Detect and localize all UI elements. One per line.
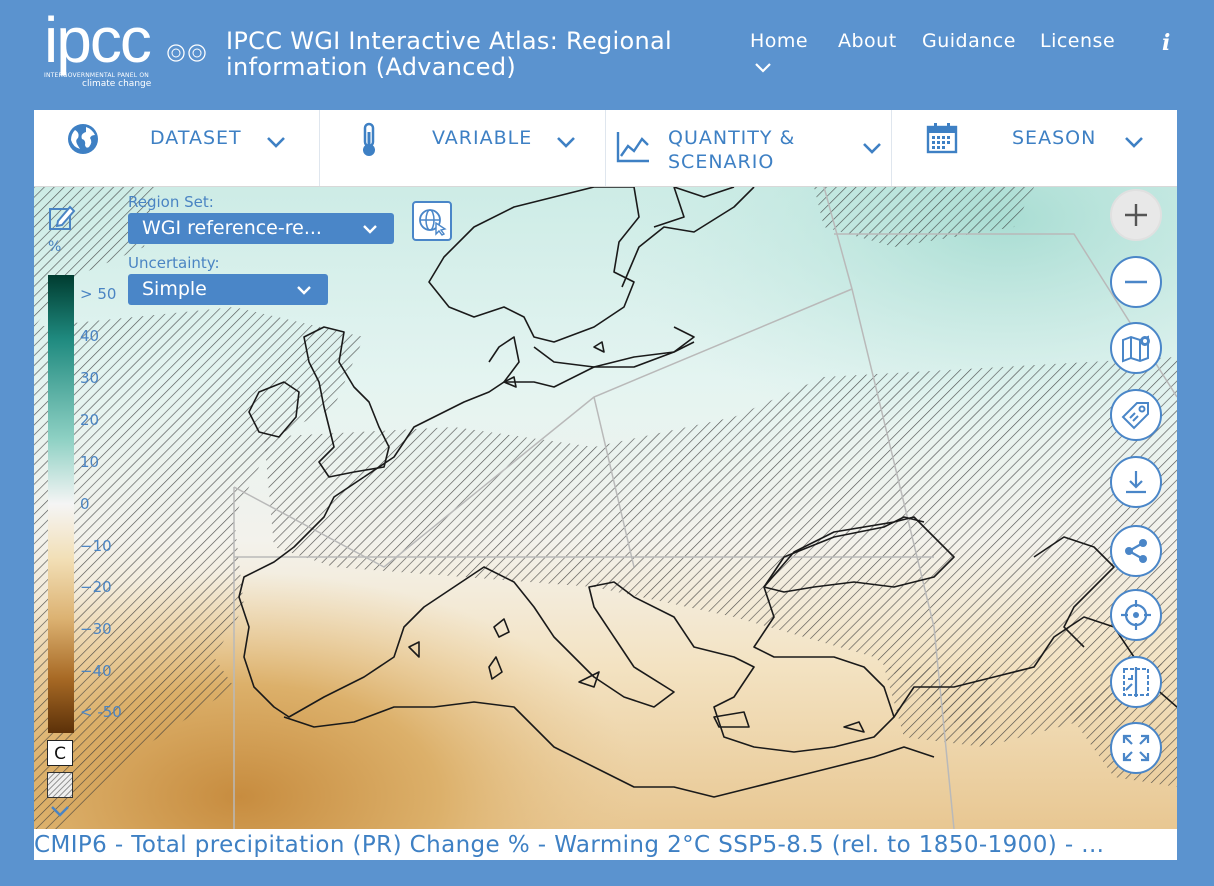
legend-tick: 20 (80, 411, 100, 429)
legend-tick: 30 (80, 369, 100, 387)
share-icon (1125, 539, 1147, 563)
legend-tick: < -50 (80, 703, 122, 721)
legend-tick: −20 (80, 578, 112, 596)
logo-subtext: INTERGOVERNMENTAL PANEL ON (44, 72, 149, 79)
zoom-in-button[interactable] (1110, 189, 1162, 241)
season-label: SEASON (1012, 127, 1097, 149)
zoom-out-icon (1125, 280, 1147, 284)
split-view-icon (1123, 667, 1149, 697)
quantity-scenario-dropdown[interactable]: QUANTITY & SCENARIO (606, 110, 892, 186)
home-chevron-down-icon[interactable] (754, 62, 772, 74)
legend-tick: −10 (80, 537, 112, 555)
nav-about[interactable]: About (838, 30, 897, 52)
header: ipcc INTERGOVERNMENTAL PANEL ON climate … (0, 0, 1214, 110)
info-icon[interactable]: i (1162, 30, 1170, 56)
nav-guidance[interactable]: Guidance (922, 30, 1016, 52)
legend-tick: 0 (80, 495, 90, 513)
quantity-label: QUANTITY & SCENARIO (668, 126, 795, 174)
chevron-down-icon (363, 225, 377, 234)
calendar-icon (926, 123, 958, 154)
dataset-label: DATASET (150, 127, 242, 149)
chevron-down-icon (1125, 137, 1143, 148)
globe-click-icon (419, 209, 447, 236)
map-pin-icon (1122, 335, 1150, 363)
fullscreen-button[interactable] (1110, 722, 1162, 774)
hatching-toggle[interactable] (47, 772, 73, 798)
split-view-button[interactable] (1110, 656, 1162, 708)
chevron-down-icon (297, 286, 311, 295)
tag-icon (1121, 402, 1149, 430)
zoom-out-button[interactable] (1110, 256, 1162, 308)
region-set-value: WGI reference-re... (142, 217, 322, 239)
main-nav: Home About Guidance License (750, 30, 1214, 90)
locate-button[interactable] (1110, 589, 1162, 641)
download-icon (1126, 471, 1146, 494)
season-dropdown[interactable]: SEASON (892, 110, 1177, 186)
logo-text: ipcc (44, 4, 152, 76)
quantity-label-line-2: SCENARIO (668, 151, 775, 173)
color-bar (48, 275, 74, 733)
app-title: IPCC WGI Interactive Atlas: Regional inf… (226, 27, 672, 81)
fullscreen-icon (1122, 734, 1150, 762)
uncertainty-value: Simple (142, 278, 207, 300)
variable-dropdown[interactable]: VARIABLE (320, 110, 606, 186)
crosshair-icon (1121, 600, 1151, 630)
map-layers-button[interactable] (1110, 322, 1162, 374)
region-globe-button[interactable] (412, 201, 452, 241)
download-button[interactable] (1110, 456, 1162, 508)
uncertainty-select[interactable]: Simple (128, 274, 328, 305)
thermometer-icon (363, 122, 375, 156)
logo-subtext-2: climate change (82, 79, 152, 89)
dataset-dropdown[interactable]: DATASET (34, 110, 320, 186)
legend-chevron-down-icon[interactable] (50, 805, 70, 817)
chevron-down-icon (267, 137, 285, 148)
variable-label: VARIABLE (432, 127, 533, 149)
region-set-select[interactable]: WGI reference-re... (128, 213, 394, 244)
legend-unit: % (48, 239, 62, 255)
legend-tick: −40 (80, 662, 112, 680)
edit-legend-icon[interactable] (48, 203, 76, 233)
map-view[interactable]: % > 50 40 30 20 10 0 −10 −20 −30 −40 < -… (34, 187, 1177, 829)
quantity-label-line-1: QUANTITY & (668, 127, 796, 149)
uncertainty-label: Uncertainty: (128, 254, 220, 272)
globe-icon (68, 124, 98, 154)
legend-tick: 40 (80, 327, 100, 345)
legend-tick: 10 (80, 453, 100, 471)
share-button[interactable] (1110, 525, 1162, 577)
c-toggle-button[interactable]: C (47, 740, 73, 766)
chevron-down-icon (557, 137, 575, 148)
chart-icon (616, 132, 649, 163)
legend-tick: > 50 (80, 285, 117, 303)
selection-toolbar: DATASET VARIABLE QUANTITY & SCENARIO SEA… (34, 110, 1177, 187)
zoom-in-icon (1125, 204, 1147, 226)
map-description: CMIP6 - Total precipitation (PR) Change … (34, 829, 1177, 860)
nav-home[interactable]: Home (750, 30, 808, 52)
wmo-unep-logos (166, 44, 210, 70)
chevron-down-icon (863, 143, 881, 154)
region-set-label: Region Set: (128, 193, 214, 211)
labels-button[interactable] (1110, 389, 1162, 441)
legend-tick: −30 (80, 620, 112, 638)
nav-license[interactable]: License (1040, 30, 1115, 52)
ipcc-logo[interactable]: ipcc INTERGOVERNMENTAL PANEL ON climate … (44, 4, 154, 92)
